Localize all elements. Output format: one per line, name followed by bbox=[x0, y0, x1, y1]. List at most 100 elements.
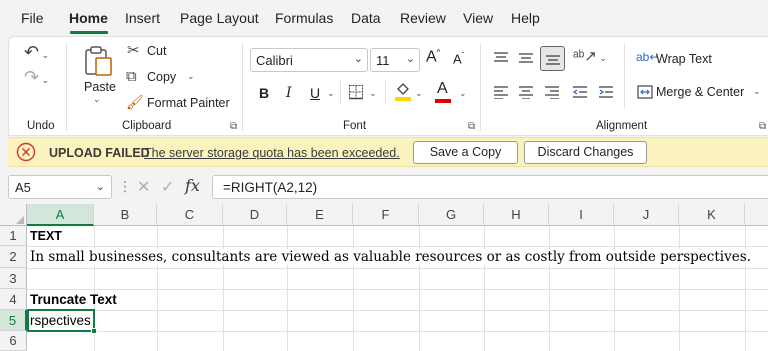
column-header-g[interactable]: G bbox=[419, 204, 484, 226]
paste-label: Paste bbox=[84, 80, 116, 94]
cell-a5: rspectives bbox=[30, 313, 91, 328]
align-right-icon[interactable] bbox=[544, 85, 560, 99]
row-header-3[interactable]: 3 bbox=[0, 268, 27, 289]
row-header-1[interactable]: 1 bbox=[0, 226, 27, 246]
grid-line bbox=[27, 289, 768, 290]
menu-help[interactable]: Help bbox=[511, 10, 540, 26]
chevron-down-icon[interactable]: ⌄ bbox=[327, 88, 335, 99]
redo-icon[interactable]: ↷ ⌄ bbox=[24, 68, 49, 86]
spreadsheet-grid[interactable]: A B C D E F G H I J K 1 2 3 4 5 6 TEXT I… bbox=[0, 204, 768, 351]
column-header-f[interactable]: F bbox=[353, 204, 419, 226]
column-header-h[interactable]: H bbox=[484, 204, 549, 226]
dialog-launcher-icon[interactable]: ⧉ bbox=[759, 121, 766, 132]
format-painter-button[interactable]: Format Painter bbox=[147, 96, 230, 110]
dialog-launcher-icon[interactable]: ⧉ bbox=[230, 121, 237, 132]
font-size-value: 11 bbox=[376, 53, 390, 68]
column-header-j[interactable]: J bbox=[614, 204, 679, 226]
align-middle-icon[interactable] bbox=[518, 51, 534, 65]
cancel-icon[interactable]: ✕ bbox=[137, 177, 150, 197]
copy-icon: ⧉ bbox=[126, 68, 137, 85]
row-header-5[interactable]: 5 bbox=[0, 310, 27, 331]
formula-input[interactable]: =RIGHT(A2,12) bbox=[212, 175, 768, 199]
banner-title: UPLOAD FAILED bbox=[49, 146, 150, 160]
grid-line bbox=[27, 268, 768, 269]
cell-a2[interactable]: In small businesses, consultants are vie… bbox=[30, 249, 751, 265]
font-size-select[interactable]: 11 ⌄ bbox=[370, 48, 420, 72]
row-header-4[interactable]: 4 bbox=[0, 289, 27, 310]
shrink-font-button[interactable]: Aˇ bbox=[453, 51, 464, 66]
discard-changes-button[interactable]: Discard Changes bbox=[524, 141, 647, 164]
insert-function-button[interactable]: fx bbox=[185, 176, 200, 195]
grow-font-button[interactable]: A^ bbox=[426, 48, 440, 66]
menu-file[interactable]: File bbox=[21, 10, 44, 26]
menu-review[interactable]: Review bbox=[400, 10, 446, 26]
save-a-copy-button[interactable]: Save a Copy bbox=[413, 141, 518, 164]
grid-line bbox=[27, 331, 768, 332]
menu-data[interactable]: Data bbox=[351, 10, 381, 26]
copy-button[interactable]: Copy bbox=[147, 70, 176, 84]
divider bbox=[340, 81, 341, 105]
fill-color-icon[interactable] bbox=[394, 81, 412, 101]
column-header-b[interactable]: B bbox=[94, 204, 157, 226]
fill-handle[interactable] bbox=[91, 328, 97, 334]
align-bottom-icon bbox=[546, 55, 560, 65]
row-header-2[interactable]: 2 bbox=[0, 246, 27, 268]
group-separator bbox=[66, 43, 67, 131]
align-left-icon[interactable] bbox=[493, 85, 509, 99]
menu-home[interactable]: Home bbox=[69, 10, 108, 26]
cut-button[interactable]: Cut bbox=[147, 44, 166, 58]
name-box[interactable]: A5 ⌄ bbox=[8, 175, 112, 199]
selected-cell-a5[interactable]: rspectives bbox=[27, 309, 97, 334]
column-header-a[interactable]: A bbox=[27, 204, 94, 226]
underline-button[interactable]: U bbox=[310, 85, 320, 101]
align-top-icon[interactable] bbox=[493, 51, 509, 65]
column-header-c[interactable]: C bbox=[157, 204, 223, 226]
paste-icon bbox=[85, 46, 112, 76]
undo-icon[interactable]: ↶ ⌄ bbox=[24, 43, 49, 61]
column-header-i[interactable]: I bbox=[549, 204, 614, 226]
banner-message-link[interactable]: The server storage quota has been exceed… bbox=[144, 146, 400, 160]
chevron-down-icon: ⌄ bbox=[95, 181, 105, 193]
undo-group-label: Undo bbox=[27, 120, 55, 132]
align-center-icon[interactable] bbox=[518, 85, 534, 99]
chevron-down-icon[interactable]: ⌄ bbox=[459, 88, 467, 99]
column-header-k[interactable]: K bbox=[679, 204, 745, 226]
font-name-select[interactable]: Calibri ⌄ bbox=[250, 48, 368, 72]
font-color-swatch bbox=[435, 99, 451, 103]
font-color-button[interactable]: A bbox=[437, 80, 448, 98]
orientation-icon[interactable]: ᵃᵇ↗ ⌄ bbox=[573, 49, 607, 64]
wrap-text-button[interactable]: Wrap Text bbox=[656, 52, 712, 66]
dialog-launcher-icon[interactable]: ⧉ bbox=[468, 121, 475, 132]
bold-button[interactable]: B bbox=[259, 85, 269, 101]
chevron-down-icon: ⌄ bbox=[93, 94, 101, 104]
select-all-corner[interactable] bbox=[0, 204, 27, 226]
ribbon: ↶ ⌄ ↷ ⌄ Undo Paste ⌄ ✂ Cut ⧉ Copy ⌄ 🖌 Fo… bbox=[8, 36, 768, 136]
select-all-triangle-icon bbox=[16, 216, 24, 224]
column-header-d[interactable]: D bbox=[223, 204, 287, 226]
cell-a4[interactable]: Truncate Text bbox=[30, 292, 117, 307]
italic-button[interactable]: I bbox=[286, 85, 292, 101]
merge-center-button[interactable]: Merge & Center bbox=[656, 85, 744, 99]
align-bottom-button[interactable] bbox=[540, 46, 565, 71]
merge-center-icon bbox=[637, 85, 653, 99]
cell-a1[interactable]: TEXT bbox=[30, 229, 62, 243]
chevron-down-icon[interactable]: ⌄ bbox=[187, 71, 195, 82]
column-header-e[interactable]: E bbox=[287, 204, 353, 226]
menu-view[interactable]: View bbox=[463, 10, 493, 26]
row-header-6[interactable]: 6 bbox=[0, 331, 27, 351]
chevron-down-icon[interactable]: ⌄ bbox=[415, 88, 423, 99]
chevron-down-icon[interactable]: ⌄ bbox=[753, 86, 761, 97]
menu-insert[interactable]: Insert bbox=[125, 10, 160, 26]
name-box-value: A5 bbox=[15, 180, 31, 195]
increase-indent-icon[interactable] bbox=[598, 85, 614, 99]
menu-page-layout[interactable]: Page Layout bbox=[180, 10, 259, 26]
enter-icon[interactable]: ✓ bbox=[161, 177, 174, 197]
paste-button[interactable]: Paste ⌄ bbox=[77, 42, 119, 104]
column-header-l[interactable] bbox=[745, 204, 768, 226]
chevron-down-icon[interactable]: ⌄ bbox=[369, 88, 377, 99]
menu-formulas[interactable]: Formulas bbox=[275, 10, 333, 26]
decrease-indent-icon[interactable] bbox=[572, 85, 588, 99]
formula-buttons: ✕ ✓ fx bbox=[128, 175, 208, 199]
active-tab-indicator bbox=[70, 31, 108, 34]
borders-icon[interactable] bbox=[348, 84, 364, 100]
